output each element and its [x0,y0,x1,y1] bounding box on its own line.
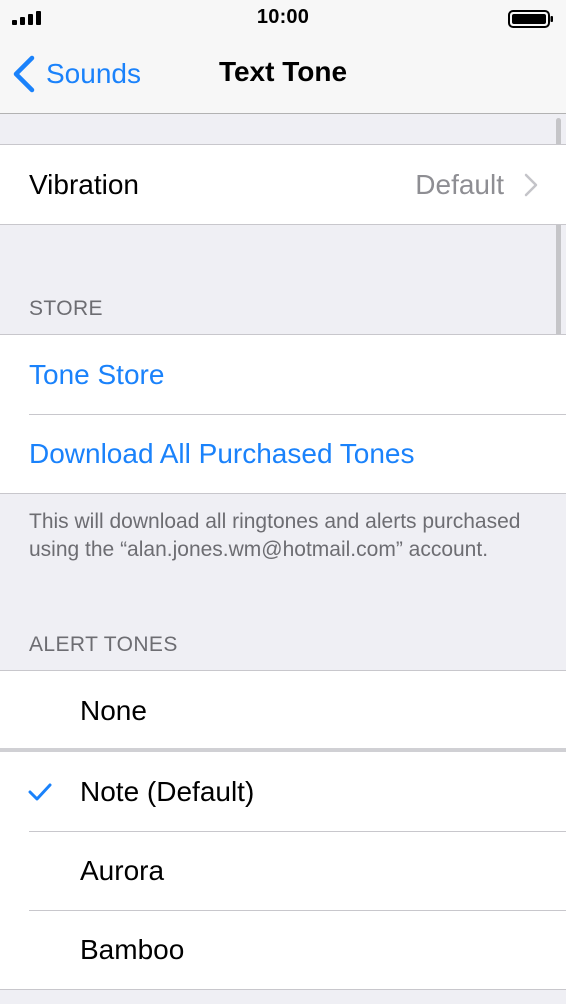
vibration-value: Default [415,168,504,200]
navigation-bar: Sounds Text Tone [0,36,566,114]
vibration-cell[interactable]: Vibration Default [0,145,566,224]
tone-label: Bamboo [80,933,185,965]
tone-label: Note (Default) [80,775,255,807]
text-tone-screen: 10:00 Sounds Text Tone Vibration Default… [0,0,566,1004]
store-group: Tone Store Download All Purchased Tones [0,334,566,494]
status-bar: 10:00 [0,0,566,36]
tone-cell[interactable]: Bamboo [0,910,566,989]
download-all-link[interactable]: Download All Purchased Tones [29,438,415,470]
checkmark-icon [28,783,52,800]
alert-tones-list: Note (Default) Aurora Bamboo [0,752,566,990]
chevron-right-icon [524,173,538,196]
tone-cell[interactable]: Note (Default) [0,752,566,831]
store-footer-text: This will download all ringtones and ale… [29,510,521,561]
vibration-label: Vibration [29,168,140,200]
download-all-cell[interactable]: Download All Purchased Tones [0,414,566,493]
section-header-store: STORE [29,297,103,320]
status-time: 10:00 [256,6,310,28]
tone-label: Aurora [80,854,165,886]
tone-cell-none[interactable]: None [0,671,566,750]
section-header-alert-tones: ALERT TONES [29,633,178,656]
tone-store-cell[interactable]: Tone Store [0,335,566,414]
page-title: Text Tone [218,56,348,87]
tone-label-none: None [80,694,147,726]
tone-store-link[interactable]: Tone Store [29,359,164,391]
battery-full-icon [508,10,553,28]
tone-cell[interactable]: Aurora [0,831,566,910]
vibration-group: Vibration Default [0,144,566,225]
alert-tones-none-group: None [0,670,566,750]
